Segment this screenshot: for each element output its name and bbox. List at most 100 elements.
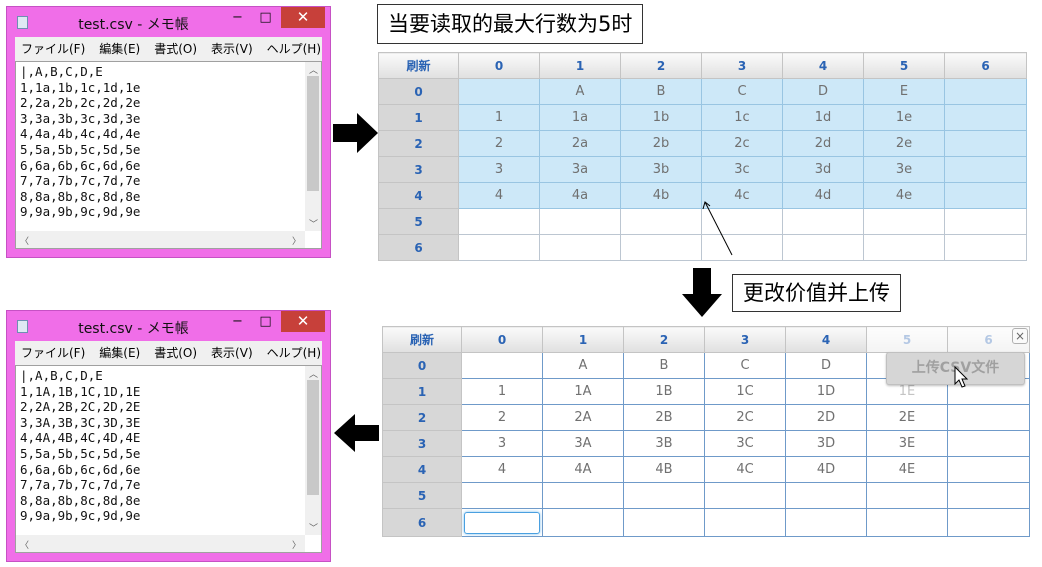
vertical-scrollbar[interactable]: ︿ ﹀: [305, 62, 321, 231]
grid-cell[interactable]: [944, 234, 1027, 261]
grid-cell[interactable]: 2D: [785, 404, 867, 431]
scroll-right-icon[interactable]: 〉: [292, 234, 301, 247]
scroll-down-icon[interactable]: ﹀: [309, 217, 318, 230]
grid-cell[interactable]: 3B: [623, 430, 705, 457]
grid-cell[interactable]: [944, 208, 1027, 235]
grid-cell[interactable]: 3E: [866, 430, 948, 457]
refresh-button[interactable]: 刷新: [378, 52, 459, 79]
row-header[interactable]: 2: [378, 130, 459, 157]
grid-cell[interactable]: [866, 508, 948, 537]
grid-cell[interactable]: 4: [461, 456, 543, 483]
editor-text[interactable]: |,A,B,C,D,E 1,1a,1b,1c,1d,1e 2,2a,2b,2c,…: [20, 64, 140, 220]
grid-cell[interactable]: 4E: [866, 456, 948, 483]
grid-cell[interactable]: [947, 456, 1030, 483]
column-header[interactable]: 3: [701, 52, 783, 79]
editor-text[interactable]: |,A,B,C,D,E 1,1A,1B,1C,1D,1E 2,2A,2B,2C,…: [20, 368, 140, 524]
grid-cell[interactable]: [866, 482, 948, 509]
row-header[interactable]: 2: [382, 404, 462, 431]
row-header[interactable]: 1: [378, 104, 459, 131]
grid-cell[interactable]: 3c: [701, 156, 783, 183]
grid-cell[interactable]: 2c: [701, 130, 783, 157]
grid-cell[interactable]: [944, 130, 1027, 157]
column-header[interactable]: 5: [863, 52, 945, 79]
grid-cell[interactable]: 3a: [539, 156, 621, 183]
minimize-button[interactable]: −: [224, 7, 251, 29]
text-editor[interactable]: |,A,B,C,D,E 1,1A,1B,1C,1D,1E 2,2A,2B,2C,…: [15, 365, 322, 553]
grid-cell[interactable]: 4B: [623, 456, 705, 483]
row-header[interactable]: 6: [378, 234, 459, 261]
grid-cell[interactable]: 3d: [782, 156, 864, 183]
grid-cell[interactable]: 1: [461, 378, 543, 405]
grid-cell[interactable]: [620, 234, 702, 261]
grid-cell[interactable]: [458, 208, 540, 235]
scroll-up-icon[interactable]: ︿: [309, 63, 318, 76]
grid-cell[interactable]: 2b: [620, 130, 702, 157]
grid-cell[interactable]: 1: [458, 104, 540, 131]
row-header[interactable]: 6: [382, 508, 462, 537]
menu-help[interactable]: ヘルプ(H): [267, 37, 321, 61]
minimize-button[interactable]: −: [224, 311, 251, 333]
grid-cell[interactable]: D: [785, 352, 867, 379]
row-header[interactable]: 1: [382, 378, 462, 405]
close-button[interactable]: ✕: [281, 311, 325, 332]
grid-cell[interactable]: 3: [458, 156, 540, 183]
menu-edit[interactable]: 編集(E): [99, 341, 140, 365]
row-header[interactable]: 0: [382, 352, 462, 379]
grid-cell[interactable]: B: [623, 352, 705, 379]
grid-cell[interactable]: 4C: [704, 456, 786, 483]
menu-format[interactable]: 書式(O): [154, 341, 197, 365]
grid-cell[interactable]: [539, 208, 621, 235]
column-header[interactable]: 0: [461, 326, 543, 353]
scroll-thumb[interactable]: [307, 76, 319, 191]
grid-cell[interactable]: [944, 156, 1027, 183]
column-header[interactable]: 6: [944, 52, 1027, 79]
grid-cell[interactable]: 3e: [863, 156, 945, 183]
scroll-thumb[interactable]: [307, 380, 319, 495]
grid-cell[interactable]: 3D: [785, 430, 867, 457]
title-bar[interactable]: test.csv - メモ帳 − □ ✕: [7, 311, 330, 341]
grid-cell[interactable]: [785, 482, 867, 509]
grid-cell[interactable]: [944, 78, 1027, 105]
grid-cell[interactable]: [461, 352, 543, 379]
grid-cell[interactable]: [785, 508, 867, 537]
row-header[interactable]: 5: [382, 482, 462, 509]
column-header[interactable]: 1: [539, 52, 621, 79]
scroll-left-icon[interactable]: 〈: [20, 234, 29, 247]
row-header[interactable]: 3: [378, 156, 459, 183]
grid-cell[interactable]: [458, 78, 540, 105]
grid-cell[interactable]: 3A: [542, 430, 624, 457]
grid-cell[interactable]: [623, 508, 705, 537]
grid-cell[interactable]: [542, 482, 624, 509]
grid-cell[interactable]: A: [542, 352, 624, 379]
grid-cell[interactable]: A: [539, 78, 621, 105]
grid-cell[interactable]: [944, 104, 1027, 131]
grid-cell[interactable]: [458, 234, 540, 261]
scroll-right-icon[interactable]: 〉: [292, 538, 301, 551]
grid-cell[interactable]: 1b: [620, 104, 702, 131]
grid-cell[interactable]: 1B: [623, 378, 705, 405]
grid-cell[interactable]: 2: [458, 130, 540, 157]
column-header[interactable]: 3: [704, 326, 786, 353]
grid-cell[interactable]: C: [704, 352, 786, 379]
grid-cell[interactable]: [863, 208, 945, 235]
column-header[interactable]: 0: [458, 52, 540, 79]
menu-view[interactable]: 表示(V): [211, 341, 253, 365]
vertical-scrollbar[interactable]: ︿ ﹀: [305, 366, 321, 535]
row-header[interactable]: 4: [382, 456, 462, 483]
grid-cell[interactable]: 4: [458, 182, 540, 209]
scroll-up-icon[interactable]: ︿: [309, 367, 318, 380]
close-button[interactable]: ✕: [281, 7, 325, 28]
grid-cell[interactable]: 2E: [866, 404, 948, 431]
grid-cell[interactable]: 2e: [863, 130, 945, 157]
horizontal-scrollbar[interactable]: 〈 〉: [16, 535, 305, 552]
row-header[interactable]: 3: [382, 430, 462, 457]
grid-cell[interactable]: 2C: [704, 404, 786, 431]
overlay-close-button[interactable]: ×: [1012, 328, 1028, 344]
grid-cell[interactable]: [782, 234, 864, 261]
grid-cell[interactable]: [704, 482, 786, 509]
grid-cell[interactable]: 1c: [701, 104, 783, 131]
scroll-left-icon[interactable]: 〈: [20, 538, 29, 551]
grid-cell[interactable]: 1D: [785, 378, 867, 405]
grid-cell[interactable]: C: [701, 78, 783, 105]
grid-cell[interactable]: B: [620, 78, 702, 105]
